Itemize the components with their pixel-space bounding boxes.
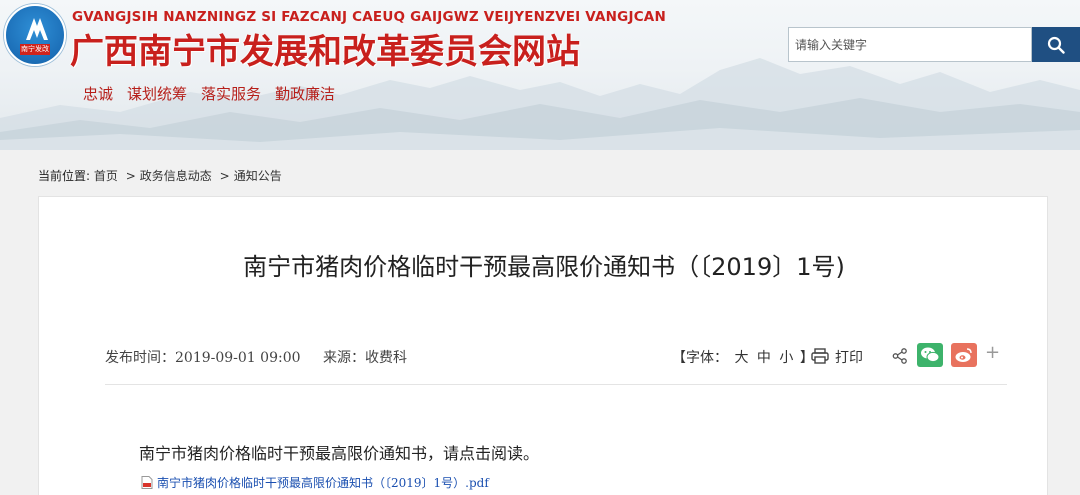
source: 来源：收费科 — [323, 350, 407, 366]
main-nav: 忠诚 谋划统筹 落实服务 勤政廉洁 — [83, 83, 349, 104]
print-button[interactable]: 打印 — [811, 347, 863, 367]
breadcrumb-news-link[interactable]: 政务信息动态 — [140, 169, 212, 183]
breadcrumb: 当前位置: 首页 > 政务信息动态 > 通知公告 — [38, 167, 282, 184]
search-button[interactable] — [1032, 27, 1080, 62]
font-size-small[interactable]: 小 — [779, 350, 793, 366]
source-value: 收费科 — [364, 350, 407, 366]
site-title: 广西南宁市发展和改革委员会网站 — [70, 32, 580, 72]
breadcrumb-separator: > — [219, 169, 230, 183]
article-title: 南宁市猪肉价格临时干预最高限价通知书（〔2019〕1号) — [243, 253, 845, 281]
attachment-filename: 南宁市猪肉价格临时干预最高限价通知书（〔2019〕1号）.pdf — [157, 476, 489, 490]
meta-divider — [105, 384, 1007, 385]
attachment-link[interactable]: 南宁市猪肉价格临时干预最高限价通知书（〔2019〕1号）.pdf — [141, 474, 489, 491]
article-body: 南宁市猪肉价格临时干预最高限价通知书，请点击阅读。 — [139, 444, 540, 463]
weibo-icon — [955, 348, 972, 362]
site-logo[interactable]: 南宁发改 — [4, 4, 66, 66]
print-label: 打印 — [835, 350, 863, 366]
font-size-control: 【字体： 大 中 小 】 — [672, 347, 814, 367]
wechat-share-button[interactable] — [917, 343, 943, 367]
publish-time: 发布时间：2019-09-01 09:00 — [105, 350, 301, 366]
nav-item-loyalty[interactable]: 忠诚 — [83, 83, 113, 104]
source-label: 来源： — [322, 350, 365, 366]
search-input[interactable] — [788, 27, 1032, 62]
nav-item-service[interactable]: 落实服务 — [201, 83, 261, 104]
publish-time-value: 2019-09-01 09:00 — [175, 350, 301, 366]
logo-emblem-icon — [26, 18, 48, 40]
breadcrumb-home-link[interactable]: 首页 — [94, 169, 118, 183]
share-icon[interactable] — [892, 348, 908, 364]
font-size-medium[interactable]: 中 — [757, 350, 771, 366]
wechat-icon — [921, 347, 940, 363]
printer-icon — [811, 348, 829, 364]
logo-badge: 南宁发改 — [20, 44, 50, 55]
site-pinyin-title: GVANGJSIH NANZNINGZ SI FAZCANJ CAEUQ GAI… — [72, 9, 666, 25]
more-share-button[interactable]: + — [985, 342, 1000, 363]
search-icon — [1047, 36, 1065, 54]
site-header: 南宁发改 GVANGJSIH NANZNINGZ SI FAZCANJ CAEU… — [0, 0, 1080, 150]
article-meta: 发布时间：2019-09-01 09:00 来源：收费科 — [105, 347, 425, 367]
article-panel: 南宁市猪肉价格临时干预最高限价通知书（〔2019〕1号) 发布时间：2019-0… — [38, 196, 1048, 495]
publish-time-label: 发布时间： — [105, 350, 175, 366]
breadcrumb-label: 当前位置: — [38, 169, 91, 183]
weibo-share-button[interactable] — [951, 343, 977, 367]
breadcrumb-separator: > — [125, 169, 136, 183]
breadcrumb-notice-link[interactable]: 通知公告 — [234, 169, 282, 183]
font-size-label: 【字体： — [672, 350, 728, 366]
pdf-file-icon — [141, 476, 153, 489]
nav-item-planning[interactable]: 谋划统筹 — [127, 83, 187, 104]
nav-item-integrity[interactable]: 勤政廉洁 — [275, 83, 335, 104]
font-size-large[interactable]: 大 — [734, 350, 748, 366]
